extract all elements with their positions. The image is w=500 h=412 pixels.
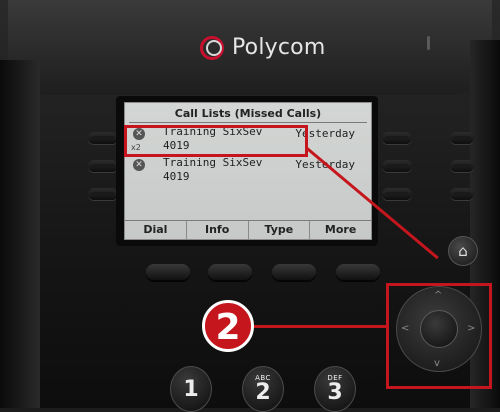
screen-title: Call Lists (Missed Calls)	[174, 107, 322, 120]
line-key-right-1[interactable]	[382, 132, 412, 144]
line-key-far-right-3[interactable]	[450, 188, 474, 200]
key-digit: 2	[255, 380, 271, 405]
line-key-right-2[interactable]	[382, 160, 412, 172]
soft-button-4[interactable]	[336, 264, 380, 280]
line-key-left-1[interactable]	[88, 132, 118, 144]
callout-line-badge	[252, 325, 388, 328]
caller-extension: 4019	[163, 170, 190, 183]
keypad-3[interactable]: DEF 3	[314, 366, 356, 412]
step-number-badge: 2	[202, 300, 254, 352]
softkey-dial[interactable]: Dial	[125, 221, 186, 239]
softkey-info[interactable]: Info	[185, 221, 248, 239]
soft-button-1[interactable]	[146, 264, 190, 280]
keypad-1[interactable]: 1	[170, 366, 212, 412]
message-indicator-light	[427, 36, 430, 50]
keypad-2[interactable]: ABC 2	[242, 366, 284, 412]
home-icon[interactable]: ⌂	[448, 236, 478, 266]
softkey-bar: Dial Info Type More	[125, 220, 371, 239]
brand-logo: Polycom	[198, 34, 325, 60]
title-divider	[129, 122, 367, 123]
key-digit: 3	[327, 380, 343, 405]
key-digit: 1	[183, 377, 199, 402]
line-key-left-2[interactable]	[88, 160, 118, 172]
soft-button-3[interactable]	[272, 264, 316, 280]
line-key-left-3[interactable]	[88, 188, 118, 200]
line-key-far-right-1[interactable]	[450, 132, 474, 144]
highlight-navigation-pad	[386, 283, 492, 389]
polycom-logo-icon	[198, 34, 224, 60]
caller-name: Training SixSev	[163, 156, 263, 169]
line-key-right-3[interactable]	[382, 188, 412, 200]
line-key-far-right-2[interactable]	[450, 160, 474, 172]
soft-button-2[interactable]	[208, 264, 252, 280]
missed-call-icon: ✕	[133, 159, 145, 171]
brand-name: Polycom	[232, 34, 326, 60]
phone-left-edge	[0, 60, 40, 408]
softkey-more[interactable]: More	[309, 221, 371, 239]
highlight-missed-call-entry	[124, 125, 308, 157]
softkey-type[interactable]: Type	[247, 221, 310, 239]
